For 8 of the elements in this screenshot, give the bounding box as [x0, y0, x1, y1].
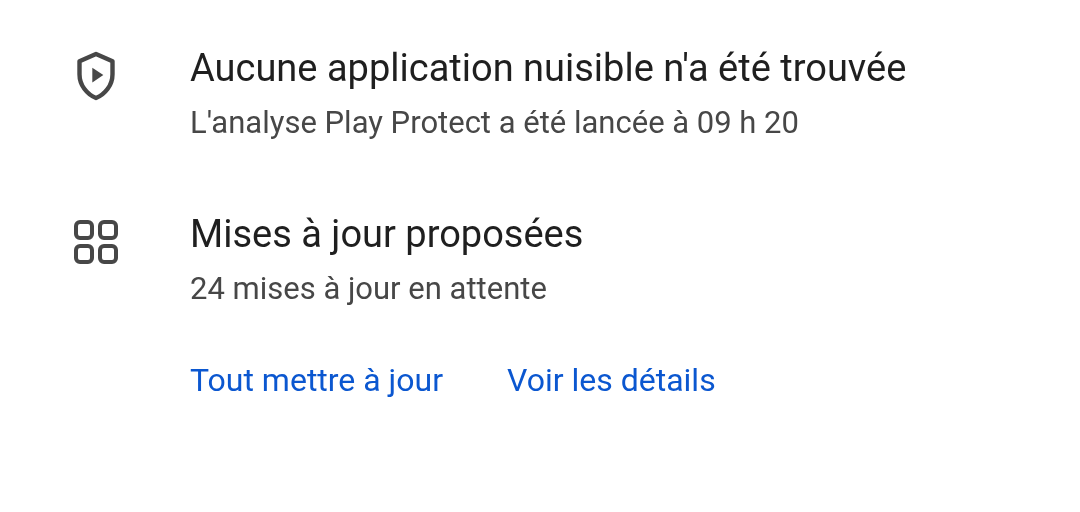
apps-grid-icon [74, 220, 118, 264]
action-link[interactable]: Voir les détails [507, 358, 716, 402]
action-link[interactable]: Tout mettre à jour [190, 358, 443, 402]
item-title: Mises à jour proposées [190, 211, 584, 258]
shield-play-icon [74, 50, 118, 102]
item-subtitle: 24 mises à jour en attente [190, 269, 548, 309]
item-title: Aucune application nuisible n'a été trouvée [190, 45, 907, 92]
item-subtitle: L'analyse Play Protect a été lancée à 09 h 20 [190, 103, 800, 143]
